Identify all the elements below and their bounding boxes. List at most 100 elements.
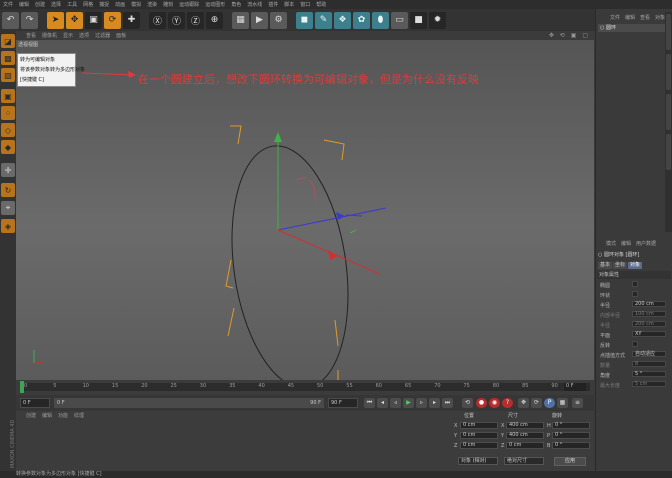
key-pla-icon[interactable]: ▦ [557, 398, 568, 408]
menu-item[interactable]: 工具 [64, 1, 80, 8]
key-position-icon[interactable]: ✥ [518, 398, 529, 408]
viewport-menu-panel[interactable]: 面板 [116, 32, 126, 39]
select-tool-icon[interactable]: ➤ [47, 11, 64, 29]
axis-mode-icon[interactable]: ✛ [1, 163, 15, 177]
coord-size-y-field[interactable]: 400 cm [506, 432, 544, 439]
render-view-icon[interactable]: ▶ [251, 11, 268, 29]
points-mode-icon[interactable]: ⁘ [1, 106, 15, 120]
record-keys-icon[interactable]: ● [476, 398, 487, 408]
tab-objects[interactable] [666, 14, 671, 50]
object-row-circle[interactable]: ○ 圆环 [598, 24, 672, 32]
y-axis-lock-icon[interactable]: Ⓨ [168, 11, 185, 29]
texture-mode-icon[interactable]: ▩ [1, 51, 15, 65]
attr-menu-edit[interactable]: 编辑 [621, 240, 631, 247]
subdivision-icon[interactable]: ❖ [334, 11, 351, 29]
object-menu-file[interactable]: 文件 [610, 14, 620, 21]
menu-item[interactable]: 帮助 [313, 1, 329, 8]
attr-row-value[interactable]: 5 cm [632, 381, 666, 387]
object-manager[interactable]: 文件 编辑 查看 对象 ○ 圆环 [595, 9, 672, 236]
end-frame-field[interactable]: 90 F [328, 398, 358, 408]
timeline-menu-icon[interactable]: ≡ [572, 398, 583, 408]
coord-size-x-field[interactable]: 400 cm [506, 422, 544, 429]
auto-key-icon[interactable]: ◉ [489, 398, 500, 408]
make-editable-icon[interactable]: ◪ [1, 34, 15, 48]
attr-row-value[interactable]: 200 cm [632, 321, 666, 327]
menu-item[interactable]: 脚本 [281, 1, 297, 8]
model-mode-icon[interactable]: ▣ [1, 89, 15, 103]
x-axis-lock-icon[interactable]: Ⓧ [149, 11, 166, 29]
coord-rot-h-field[interactable]: 0 ° [552, 422, 590, 429]
attr-menu-mode[interactable]: 模式 [606, 240, 616, 247]
tab-object[interactable]: 对象 [628, 262, 643, 269]
menu-item[interactable]: 文件 [0, 1, 16, 8]
cloner-icon[interactable]: ✿ [353, 11, 370, 29]
viewport-nav-icons[interactable]: ✥ ⟲ ▣ ▢ [549, 32, 590, 39]
floor-icon[interactable]: ▭ [391, 11, 408, 29]
coord-rot-p-field[interactable]: 0 ° [552, 432, 590, 439]
material-menu-function[interactable]: 功能 [58, 412, 68, 419]
tab-layers[interactable] [666, 134, 671, 170]
recent-tool-icon[interactable]: ✚ [123, 11, 140, 29]
material-menu-edit[interactable]: 编辑 [42, 412, 52, 419]
viewport-menu-display[interactable]: 显示 [63, 32, 73, 39]
attr-row-checkbox[interactable] [632, 291, 638, 297]
apply-button[interactable]: 应用 [554, 457, 586, 466]
undo-icon[interactable]: ↶ [2, 11, 19, 29]
move-tool-icon[interactable]: ✥ [66, 11, 83, 29]
viewport-menu-options[interactable]: 选项 [79, 32, 89, 39]
attr-row-value[interactable]: 8 [632, 361, 666, 367]
coord-pos-z-field[interactable]: 0 cm [460, 442, 498, 449]
coord-rot-b-field[interactable]: 0 ° [552, 442, 590, 449]
next-key-icon[interactable]: ▸ [429, 398, 440, 408]
tweak-mode-icon[interactable]: ↻ [1, 183, 15, 197]
menu-item[interactable]: 角色 [228, 1, 244, 8]
menu-item[interactable]: 编辑 [16, 1, 32, 8]
tab-coord[interactable]: 坐标 [613, 262, 628, 269]
render-settings-icon[interactable]: ⚙ [270, 11, 287, 29]
go-to-start-icon[interactable]: ⏮ [364, 398, 375, 408]
menu-item[interactable]: 网格 [80, 1, 96, 8]
light-icon[interactable]: ✹ [429, 11, 446, 29]
current-frame-field[interactable]: 0 F [564, 383, 586, 391]
attr-row-value[interactable]: 5 ° [632, 371, 666, 377]
start-frame-field[interactable]: 0 F [20, 398, 50, 408]
snap-icon[interactable]: ⌖ [1, 201, 15, 215]
play-icon[interactable]: ▶ [403, 398, 414, 408]
coord-pos-y-field[interactable]: 0 cm [460, 432, 498, 439]
preview-range-slider[interactable]: 0 F 90 F [54, 398, 324, 408]
attr-row-value[interactable]: 自动适应 [632, 351, 666, 357]
tab-content-browser[interactable] [666, 54, 671, 90]
coord-size-z-field[interactable]: 0 cm [506, 442, 544, 449]
playhead-marker[interactable] [20, 381, 24, 393]
object-menu-edit[interactable]: 编辑 [625, 14, 635, 21]
object-menu-view[interactable]: 查看 [640, 14, 650, 21]
attr-row-value[interactable]: XY [632, 331, 666, 337]
loop-icon[interactable]: ⟲ [462, 398, 473, 408]
z-axis-lock-icon[interactable]: Ⓩ [187, 11, 204, 29]
viewport-menu-filter[interactable]: 过滤器 [95, 32, 110, 39]
attr-row-value[interactable]: 100 cm [632, 311, 666, 317]
menu-item[interactable]: 选择 [48, 1, 64, 8]
tab-basic[interactable]: 基本 [598, 262, 613, 269]
size-mode-dropdown[interactable]: 绝对尺寸 [504, 457, 544, 465]
workplane-icon[interactable]: ▧ [1, 68, 15, 82]
camera-icon[interactable]: ■ [410, 11, 427, 29]
viewport-menu-view[interactable]: 查看 [26, 32, 36, 39]
go-to-end-icon[interactable]: ⏭ [442, 398, 453, 408]
menu-item[interactable]: 插件 [265, 1, 281, 8]
material-menu-texture[interactable]: 纹理 [74, 412, 84, 419]
attr-menu-userdata[interactable]: 用户数据 [636, 240, 656, 247]
prev-frame-icon[interactable]: ◃ [390, 398, 401, 408]
menu-item[interactable]: 运动跟踪 [176, 1, 202, 8]
polygons-mode-icon[interactable]: ◆ [1, 140, 15, 154]
menu-item[interactable]: 渲染 [144, 1, 160, 8]
timeline-ruler[interactable]: 0 5 10 15 20 25 30 35 40 45 50 55 60 65 70 75 80 85 90 0 F [16, 380, 594, 395]
menu-item[interactable]: 运动图形 [202, 1, 228, 8]
deformer-icon[interactable]: ⬮ [372, 11, 389, 29]
scale-tool-icon[interactable]: ▣ [85, 11, 102, 29]
edges-mode-icon[interactable]: ◇ [1, 123, 15, 137]
key-parameter-icon[interactable]: P [544, 398, 555, 408]
menu-item[interactable]: 窗口 [297, 1, 313, 8]
coord-mode-dropdown[interactable]: 对象 (相对) [458, 457, 498, 465]
render-region-icon[interactable]: ▦ [232, 11, 249, 29]
